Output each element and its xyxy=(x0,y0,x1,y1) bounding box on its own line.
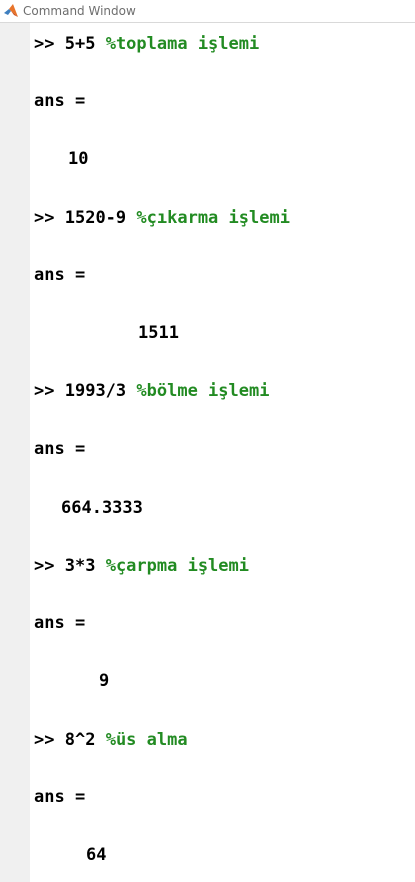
command-window: Command Window >> 5+5 %toplama işlemi an… xyxy=(0,0,415,882)
command-text: 5+5 xyxy=(64,34,96,54)
window-titlebar[interactable]: Command Window xyxy=(0,0,415,23)
command-comment: %toplama işlemi xyxy=(105,34,260,54)
result-label: ans = xyxy=(34,439,86,459)
result-value: 9 xyxy=(99,671,110,691)
command-text: 8^2 xyxy=(64,730,96,750)
result-value: 10 xyxy=(68,149,89,169)
result-label: ans = xyxy=(34,613,86,633)
command-comment: %çıkarma işlemi xyxy=(136,208,290,228)
command-text: 1993/3 xyxy=(64,381,127,401)
command-line[interactable]: >> 3*3 %çarpma işlemi xyxy=(34,553,249,579)
command-comment: %üs alma xyxy=(105,730,188,750)
command-line[interactable]: >> 8^2 %üs alma xyxy=(34,727,188,753)
result-label: ans = xyxy=(34,787,86,807)
console-gutter xyxy=(0,23,30,882)
prompt: >> xyxy=(34,381,55,401)
result-label: ans = xyxy=(34,91,86,111)
result-value: 64 xyxy=(86,845,107,865)
command-comment: %bölme işlemi xyxy=(136,381,270,401)
prompt: >> xyxy=(34,556,55,576)
command-comment: %çarpma işlemi xyxy=(105,556,249,576)
matlab-logo-icon xyxy=(4,4,18,17)
result-value: 664.3333 xyxy=(61,498,143,518)
result-label: ans = xyxy=(34,265,86,285)
command-line[interactable]: >> 1993/3 %bölme işlemi xyxy=(34,378,269,404)
command-line[interactable]: >> 5+5 %toplama işlemi xyxy=(34,31,259,57)
window-title: Command Window xyxy=(23,4,136,18)
command-text: 1520-9 xyxy=(64,208,127,228)
console-output[interactable]: >> 5+5 %toplama işlemi ans = 10 >> 1520-… xyxy=(34,23,409,882)
command-line[interactable]: >> 1520-9 %çıkarma işlemi xyxy=(34,205,290,231)
result-value: 1511 xyxy=(138,323,179,343)
command-text: 3*3 xyxy=(64,556,96,576)
prompt: >> xyxy=(34,208,55,228)
prompt: >> xyxy=(34,730,55,750)
prompt: >> xyxy=(34,34,55,54)
